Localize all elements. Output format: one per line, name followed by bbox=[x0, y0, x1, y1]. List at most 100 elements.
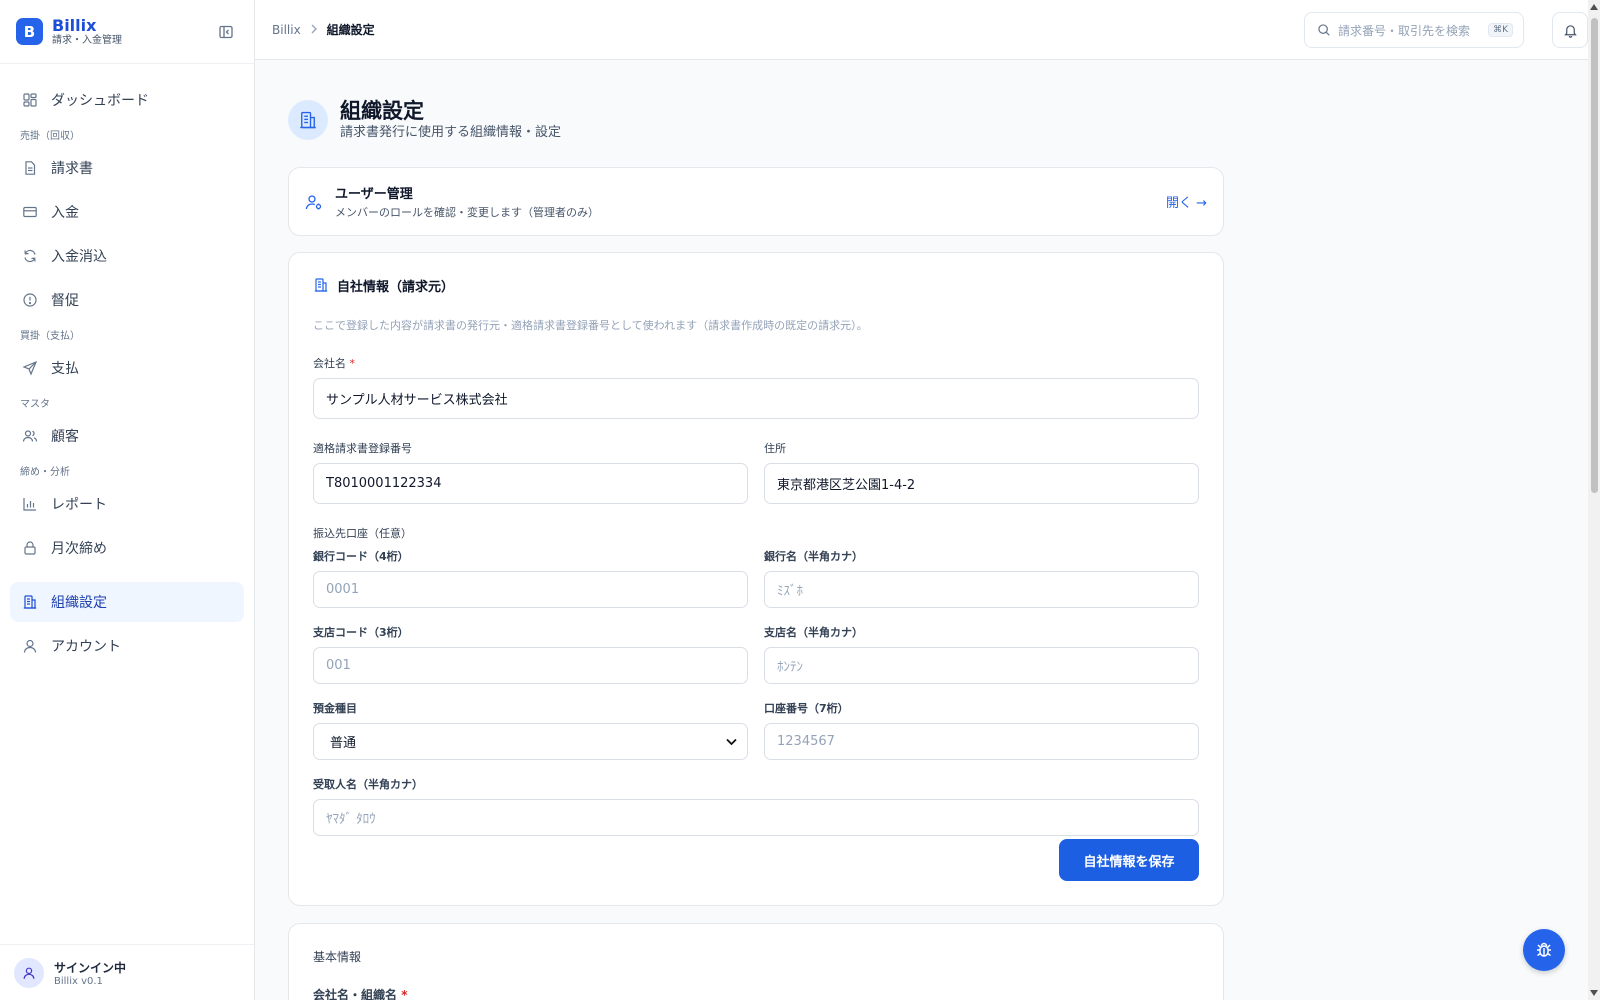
holder-field[interactable]: ﾔﾏﾀﾞ ﾀﾛｳ bbox=[313, 799, 1199, 836]
bank-name-field[interactable]: ﾐｽﾞﾎ bbox=[764, 571, 1199, 608]
user-management-title: ユーザー管理 bbox=[335, 187, 413, 202]
branch-name-label: 支店名（半角カナ） bbox=[764, 626, 863, 639]
users-icon bbox=[22, 428, 38, 444]
sidebar-item-monthly-close[interactable]: 月次締め bbox=[10, 528, 244, 568]
sidebar-item-account[interactable]: アカウント bbox=[10, 626, 244, 666]
branch-name-group: 支店名（半角カナ） ﾎﾝﾃﾝ bbox=[764, 624, 1199, 684]
branch-row: 支店コード（3桁） 001 支店名（半角カナ） ﾎﾝﾃﾝ bbox=[313, 624, 1199, 684]
brand-text: Billix 請求・入金管理 bbox=[52, 15, 122, 47]
signed-in-user[interactable]: サインイン中 Billix v0.1 bbox=[0, 944, 254, 1000]
scrollbar-thumb[interactable] bbox=[1591, 18, 1598, 493]
user-settings-icon bbox=[305, 193, 323, 211]
address-label: 住所 bbox=[764, 442, 786, 455]
basic-info-title: 基本情報 bbox=[313, 950, 362, 964]
basic-info-card: 基本情報 会社名・組織名 * bbox=[288, 923, 1224, 1000]
sidebar-item-dunning[interactable]: 督促 bbox=[10, 280, 244, 320]
sidebar-item-invoices[interactable]: 請求書 bbox=[10, 148, 244, 188]
open-user-management-link[interactable]: 開く → bbox=[1166, 192, 1207, 211]
sidebar-item-label: アカウント bbox=[51, 639, 121, 655]
building-icon bbox=[313, 277, 329, 293]
building-icon bbox=[22, 594, 38, 610]
company-name-group: 会社名 * サンプル人材サービス株式会社 bbox=[313, 355, 1199, 419]
credit-card-icon bbox=[22, 204, 38, 220]
branch-name-field[interactable]: ﾎﾝﾃﾝ bbox=[764, 647, 1199, 684]
save-company-button[interactable]: 自社情報を保存 bbox=[1059, 839, 1199, 881]
search-placeholder: 請求番号・取引先を検索 bbox=[1338, 23, 1471, 38]
sidebar-item-label: 組織設定 bbox=[51, 595, 107, 611]
scroll-down-arrow-icon[interactable] bbox=[1590, 990, 1598, 996]
sidebar-item-payments-out[interactable]: 支払 bbox=[10, 348, 244, 388]
address-field[interactable]: 東京都港区芝公園1-4-2 bbox=[764, 463, 1199, 504]
bank-name-label: 銀行名（半角カナ） bbox=[764, 550, 863, 563]
building-icon bbox=[288, 100, 328, 140]
dashboard-icon bbox=[22, 92, 38, 108]
bank-row: 銀行コード（4桁） 0001 銀行名（半角カナ） ﾐｽﾞﾎ bbox=[313, 548, 1199, 608]
bank-section-label: 振込先口座（任意） bbox=[313, 527, 412, 540]
sidebar-item-payments-in[interactable]: 入金 bbox=[10, 192, 244, 232]
sidebar-item-org-settings[interactable]: 組織設定 bbox=[10, 582, 244, 622]
company-name-label-text: 会社名 bbox=[313, 357, 346, 370]
sidebar: B Billix 請求・入金管理 ダッシュボード 売掛（回収） 請求書 入金 入… bbox=[0, 0, 255, 1000]
reg-number-field[interactable]: T8010001122334 bbox=[313, 463, 748, 504]
page-subtitle: 請求書発行に使用する組織情報・設定 bbox=[340, 125, 562, 140]
notifications-button[interactable] bbox=[1552, 12, 1588, 48]
user-management-text: ユーザー管理 メンバーのロールを確認・変更します（管理者のみ） bbox=[335, 183, 599, 220]
page-scrollbar[interactable] bbox=[1588, 0, 1600, 1000]
page-title: 組織設定 bbox=[340, 99, 424, 123]
deposit-type-value: 普通 bbox=[330, 736, 357, 751]
deposit-type-select[interactable]: 普通 bbox=[313, 723, 748, 760]
scroll-up-arrow-icon[interactable] bbox=[1590, 4, 1598, 10]
company-name-field[interactable]: サンプル人材サービス株式会社 bbox=[313, 378, 1199, 419]
bug-icon bbox=[1534, 940, 1554, 960]
bell-icon bbox=[1563, 23, 1578, 38]
user-icon bbox=[22, 638, 38, 654]
app-subtitle: 請求・入金管理 bbox=[52, 34, 122, 46]
bank-name-group: 銀行名（半角カナ） ﾐｽﾞﾎ bbox=[764, 548, 1199, 608]
bank-code-label: 銀行コード（4桁） bbox=[313, 550, 409, 563]
account-number-field[interactable]: 1234567 bbox=[764, 723, 1199, 760]
org-name-label-text: 会社名・組織名 bbox=[313, 988, 398, 1000]
search-input[interactable]: 請求番号・取引先を検索 ⌘K bbox=[1304, 12, 1524, 48]
chevron-down-icon bbox=[726, 738, 737, 746]
lock-icon bbox=[22, 540, 38, 556]
brand: B Billix 請求・入金管理 bbox=[0, 0, 254, 64]
bug-report-button[interactable] bbox=[1523, 929, 1565, 971]
sidebar-collapse-icon[interactable] bbox=[218, 24, 234, 40]
search-icon bbox=[1317, 23, 1331, 37]
deposit-type-label: 預金種目 bbox=[313, 702, 357, 715]
account-number-group: 口座番号（7桁） 1234567 bbox=[764, 700, 1199, 760]
user-management-desc: メンバーのロールを確認・変更します（管理者のみ） bbox=[335, 206, 599, 219]
document-icon bbox=[22, 160, 38, 176]
main-content: 組織設定 請求書発行に使用する組織情報・設定 ユーザー管理 メンバーのロールを確… bbox=[288, 60, 1224, 1000]
account-row: 預金種目 普通 口座番号（7桁） 1234567 bbox=[313, 700, 1199, 760]
branch-code-label: 支店コード（3桁） bbox=[313, 626, 409, 639]
bank-code-field[interactable]: 0001 bbox=[313, 571, 748, 608]
nav-group-closing: 締め・分析 bbox=[20, 467, 70, 478]
branch-code-field[interactable]: 001 bbox=[313, 647, 748, 684]
breadcrumb: Billix 組織設定 bbox=[272, 21, 375, 38]
company-info-title: 自社情報（請求元） bbox=[313, 277, 1199, 295]
sidebar-item-label: 入金 bbox=[51, 205, 79, 221]
sidebar-item-reports[interactable]: レポート bbox=[10, 484, 244, 524]
org-name-label: 会社名・組織名 * bbox=[313, 986, 1199, 1000]
breadcrumb-root[interactable]: Billix bbox=[272, 23, 301, 37]
sidebar-item-dashboard[interactable]: ダッシュボード bbox=[10, 80, 244, 120]
alert-circle-icon bbox=[22, 292, 38, 308]
sidebar-item-reconcile[interactable]: 入金消込 bbox=[10, 236, 244, 276]
app-name: Billix bbox=[52, 15, 97, 35]
bar-chart-icon bbox=[22, 496, 38, 512]
app-version: Billix v0.1 bbox=[54, 975, 103, 987]
user-management-card[interactable]: ユーザー管理 メンバーのロールを確認・変更します（管理者のみ） 開く → bbox=[288, 167, 1224, 236]
holder-group: 受取人名（半角カナ） ﾔﾏﾀﾞ ﾀﾛｳ bbox=[313, 776, 1199, 836]
nav-group-master: マスタ bbox=[20, 399, 50, 410]
bank-code-group: 銀行コード（4桁） 0001 bbox=[313, 548, 748, 608]
address-group: 住所 東京都港区芝公園1-4-2 bbox=[764, 440, 1199, 504]
required-mark: * bbox=[401, 988, 408, 1000]
sidebar-item-label: 顧客 bbox=[51, 429, 79, 445]
sidebar-item-customers[interactable]: 顧客 bbox=[10, 416, 244, 456]
reg-number-label: 適格請求書登録番号 bbox=[313, 442, 412, 455]
sidebar-item-label: レポート bbox=[51, 497, 107, 513]
breadcrumb-current: 組織設定 bbox=[326, 23, 375, 37]
deposit-type-group: 預金種目 普通 bbox=[313, 700, 748, 760]
sidebar-item-label: 請求書 bbox=[51, 161, 93, 177]
